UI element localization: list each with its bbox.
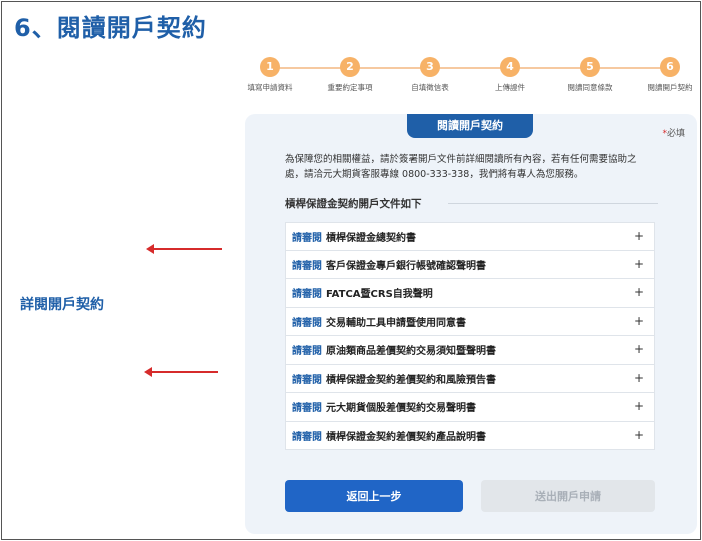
document-item[interactable]: 請審閱 客戶保證金專戶銀行帳號確認聲明書 + <box>285 250 655 279</box>
document-item[interactable]: 請審閱 槓桿保證金契約差價契約和風險預告書 + <box>285 364 655 393</box>
expand-icon[interactable]: + <box>634 371 644 385</box>
read-link[interactable]: 請審閱 <box>292 314 322 329</box>
panel-tab: 閱讀開戶契約 <box>407 114 533 138</box>
document-item[interactable]: 請審閱 槓桿保證金總契約書 + <box>285 222 655 251</box>
document-item[interactable]: 請審閱 槓桿保證金契約差價契約產品說明書 + <box>285 421 655 450</box>
read-link[interactable]: 請審閱 <box>292 399 322 414</box>
step-6-circle: 6 <box>660 57 680 77</box>
expand-icon[interactable]: + <box>634 342 644 356</box>
step-5-label: 閱讀同意條款 <box>567 83 613 92</box>
intro-text: 為保障您的相關權益，請於簽署開戶文件前詳細閱讀所有內容，若有任何需要協助之處，請… <box>285 154 637 180</box>
step-1-circle: 1 <box>260 57 280 77</box>
step-5-circle: 5 <box>580 57 600 77</box>
read-link[interactable]: 請審閱 <box>292 342 322 357</box>
document-item[interactable]: 請審閱 元大期貨個股差價契約交易聲明書 + <box>285 393 655 422</box>
contract-panel: 閱讀開戶契約 *必填 為保障您的相關權益，請於簽署開戶文件前詳細閱讀所有內容，若… <box>245 114 697 534</box>
document-name: 元大期貨個股差價契約交易聲明書 <box>326 403 476 415</box>
step-6: 6 閱讀開戶契約 <box>640 57 700 93</box>
expand-icon[interactable]: + <box>634 229 644 243</box>
annotation-arrow-top <box>146 244 222 254</box>
required-text: 必填 <box>666 129 685 139</box>
document-name: FATCA暨CRS自我聲明 <box>326 289 433 301</box>
annotation-arrow-bottom <box>144 367 218 377</box>
document-name: 槓桿保證金契約差價契約產品說明書 <box>326 431 486 443</box>
document-name: 原油類商品差價契約交易須知暨聲明書 <box>326 346 496 358</box>
read-link[interactable]: 請審閱 <box>292 229 322 244</box>
document-name: 槓桿保證金契約差價契約和風險預告書 <box>326 374 496 386</box>
read-link[interactable]: 請審閱 <box>292 285 322 300</box>
step-1: 1 填寫申請資料 <box>240 57 300 93</box>
document-item[interactable]: 請審閱 原油類商品差價契約交易須知暨聲明書 + <box>285 336 655 365</box>
step-1-label: 填寫申請資料 <box>247 83 293 92</box>
section-title: 槓桿保證金契約開戶文件如下 <box>285 198 422 210</box>
required-note: *必填 <box>662 126 685 139</box>
expand-icon[interactable]: + <box>634 428 644 442</box>
expand-icon[interactable]: + <box>634 257 644 271</box>
progress-stepper: 1 填寫申請資料 2 重要約定事項 3 自填徵信表 4 上傳證件 5 閱讀同意條… <box>244 57 702 97</box>
section-divider <box>448 203 658 204</box>
step-3-label: 自填徵信表 <box>411 83 449 92</box>
back-button[interactable]: 返回上一步 <box>285 480 463 512</box>
step-4-label: 上傳證件 <box>495 83 525 92</box>
read-link[interactable]: 請審閱 <box>292 428 322 443</box>
document-name: 交易輔助工具申請暨使用同意書 <box>326 317 466 329</box>
document-item[interactable]: 請審閱 交易輔助工具申請暨使用同意書 + <box>285 307 655 336</box>
expand-icon[interactable]: + <box>634 399 644 413</box>
step-5: 5 閱讀同意條款 <box>560 57 620 93</box>
step-3: 3 自填徵信表 <box>400 57 460 93</box>
step-2: 2 重要約定事項 <box>320 57 380 93</box>
page-title: 6、閱讀開戶契約 <box>14 14 207 42</box>
annotation-label: 詳閱開戶契約 <box>20 297 104 313</box>
expand-icon[interactable]: + <box>634 314 644 328</box>
read-link[interactable]: 請審閱 <box>292 257 322 272</box>
step-6-label: 閱讀開戶契約 <box>647 83 693 92</box>
step-3-circle: 3 <box>420 57 440 77</box>
step-2-circle: 2 <box>340 57 360 77</box>
document-item[interactable]: 請審閱 FATCA暨CRS自我聲明 + <box>285 279 655 308</box>
step-2-label: 重要約定事項 <box>327 83 373 92</box>
expand-icon[interactable]: + <box>634 285 644 299</box>
read-link[interactable]: 請審閱 <box>292 371 322 386</box>
document-name: 槓桿保證金總契約書 <box>326 232 416 244</box>
step-4-circle: 4 <box>500 57 520 77</box>
document-list: 請審閱 槓桿保證金總契約書 + 請審閱 客戶保證金專戶銀行帳號確認聲明書 + 請… <box>285 222 655 450</box>
step-4: 4 上傳證件 <box>480 57 540 93</box>
submit-application-button[interactable]: 送出開戶申請 <box>481 480 655 512</box>
document-name: 客戶保證金專戶銀行帳號確認聲明書 <box>326 260 486 272</box>
